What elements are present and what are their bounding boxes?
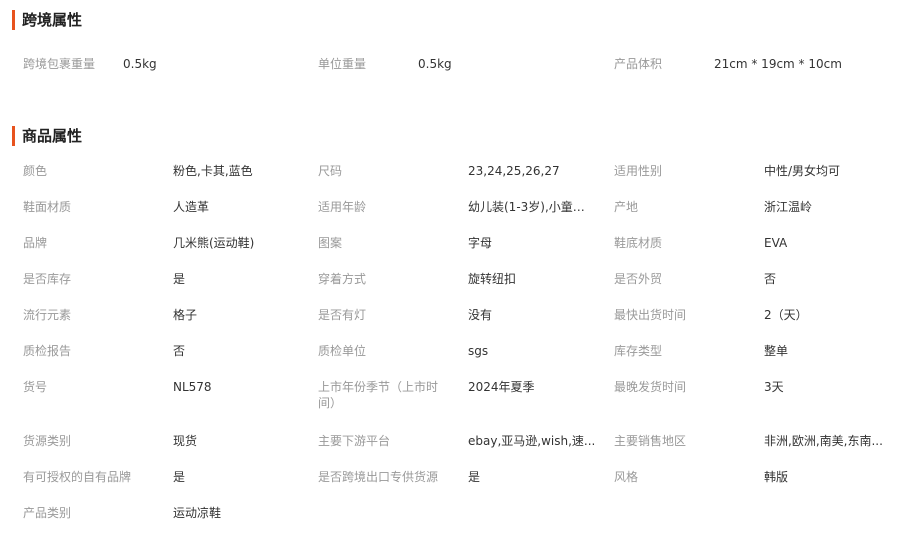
cross-border-value-1: 0.5kg (123, 57, 157, 71)
attr-label: 产品类别 (23, 506, 72, 520)
attr-label: 上市年份季节（上市时间） (318, 380, 439, 410)
attr-value: 韩版 (764, 470, 789, 484)
attr-label: 鞋面材质 (23, 200, 72, 214)
attr-value: 浙江温岭 (764, 200, 813, 214)
attr-value: EVA (764, 236, 788, 250)
attr-value: 23,24,25,26,27 (468, 164, 560, 178)
attr-label: 有可授权的自有品牌 (23, 470, 132, 484)
attr-value: 旋转纽扣 (468, 272, 517, 286)
attr-label: 尺码 (318, 164, 343, 178)
attr-label: 最晚发货时间 (614, 380, 687, 394)
attr-label: 图案 (318, 236, 343, 250)
cross-border-title: 跨境属性 (12, 10, 82, 30)
attr-label: 是否有灯 (318, 308, 367, 322)
attr-label: 穿着方式 (318, 272, 367, 286)
attr-value: 是 (468, 470, 481, 484)
attr-value: sgs (468, 344, 489, 358)
attr-label: 鞋底材质 (614, 236, 663, 250)
attr-value: 2（天） (764, 308, 808, 322)
attr-label: 品牌 (23, 236, 48, 250)
cross-border-value-2: 0.5kg (418, 57, 452, 71)
cross-border-label-3: 产品体积 (614, 57, 663, 71)
attr-value: ebay,亚马逊,wish,速... (468, 434, 596, 448)
attr-label: 主要下游平台 (318, 434, 391, 448)
attr-value: 格子 (173, 308, 198, 322)
attr-value: 否 (764, 272, 777, 286)
attr-label: 风格 (614, 470, 639, 484)
cross-border-label-1: 跨境包裹重量 (23, 57, 96, 71)
attr-value: 是 (173, 470, 186, 484)
attr-label: 是否库存 (23, 272, 72, 286)
attr-value: 中性/男女均可 (764, 164, 841, 178)
attr-label: 产地 (614, 200, 639, 214)
attr-label: 最快出货时间 (614, 308, 687, 322)
attr-label: 质检单位 (318, 344, 367, 358)
cross-border-value-3: 21cm * 19cm * 10cm (714, 57, 842, 71)
attr-value: 没有 (468, 308, 493, 322)
attr-label: 货源类别 (23, 434, 72, 448)
attr-label: 库存类型 (614, 344, 663, 358)
attr-value: NL578 (173, 380, 212, 394)
attr-value: 2024年夏季 (468, 380, 535, 394)
attr-value: 是 (173, 272, 186, 286)
attr-value: 否 (173, 344, 186, 358)
attr-value: 粉色,卡其,蓝色 (173, 164, 253, 178)
attr-value: 现货 (173, 434, 198, 448)
attr-label: 是否外贸 (614, 272, 663, 286)
attr-label: 是否跨境出口专供货源 (318, 470, 439, 484)
attr-label: 适用年龄 (318, 200, 367, 214)
attr-value: 3天 (764, 380, 784, 394)
attr-label: 流行元素 (23, 308, 72, 322)
attr-value: 非洲,欧洲,南美,东南... (764, 434, 883, 448)
cross-border-label-2: 单位重量 (318, 57, 367, 71)
product-attributes-title: 商品属性 (12, 126, 82, 146)
attr-label: 主要销售地区 (614, 434, 687, 448)
attr-value: 人造革 (173, 200, 210, 214)
attr-label: 质检报告 (23, 344, 72, 358)
attr-label: 颜色 (23, 164, 48, 178)
attr-value: 字母 (468, 236, 493, 250)
attr-label: 货号 (23, 380, 48, 394)
attr-label: 适用性别 (614, 164, 663, 178)
attr-value: 运动凉鞋 (173, 506, 222, 520)
attr-value: 几米熊(运动鞋) (173, 236, 255, 250)
attr-value: 整单 (764, 344, 789, 358)
attr-value: 幼儿装(1-3岁),小童装... (468, 200, 596, 214)
